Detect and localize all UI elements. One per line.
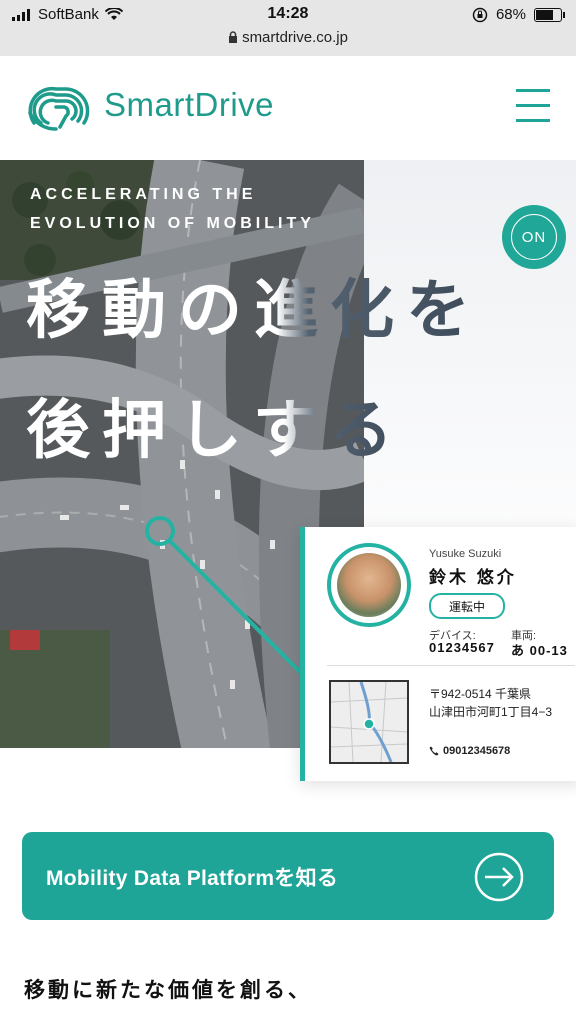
arrow-right-circle-icon	[474, 852, 524, 902]
phone-icon	[429, 746, 439, 756]
lock-icon	[229, 31, 238, 43]
device-value: 01234567	[429, 640, 495, 655]
battery-percent: 68%	[495, 6, 526, 23]
card-divider	[327, 665, 575, 666]
driver-phone: 09012345678	[429, 745, 510, 757]
driver-avatar	[337, 553, 401, 617]
address-line-1: 〒942-0514 千葉県	[429, 687, 532, 701]
driver-name-jp: 鈴木 悠介	[429, 568, 517, 587]
driving-status-badge: 運転中	[429, 593, 505, 619]
url-text: smartdrive.co.jp	[242, 29, 348, 46]
tagline-line-1: ACCELERATING THE	[30, 186, 257, 203]
driver-name-roman: Yusuke Suzuki	[429, 548, 502, 560]
browser-status-bar: SoftBank 14:28 68% smartdrive.co.jp	[0, 0, 576, 56]
tagline-line-2: EVOLUTION OF MOBILITY	[30, 215, 315, 232]
logo-wordmark[interactable]: SmartDrive	[104, 86, 274, 124]
battery-icon	[534, 7, 565, 22]
mobility-platform-cta-button[interactable]: Mobility Data Platformを知る	[22, 832, 554, 920]
hero-headline: 移動の進化を 後押しする	[26, 250, 482, 490]
section-heading: 移動に新たな価値を創る、	[24, 979, 312, 1002]
on-status-badge: ON	[502, 205, 566, 269]
phone-number: 09012345678	[443, 745, 511, 757]
vehicle-value: あ 00-13	[511, 643, 568, 658]
site-header: SmartDrive	[0, 56, 576, 160]
cta-label: Mobility Data Platformを知る	[46, 867, 339, 890]
avatar-ring	[327, 543, 411, 627]
driver-address: 〒942-0514 千葉県 山津田市河町1丁目4−3	[429, 685, 552, 721]
on-badge-label: ON	[521, 228, 547, 246]
headline-line-1: 移動の進化を	[26, 274, 482, 346]
smartdrive-logo-icon[interactable]	[26, 83, 92, 133]
headline-line-2: 後押しする	[26, 394, 405, 466]
driver-info-card: Yusuke Suzuki 鈴木 悠介 運転中 デバイス: 01234567 車…	[300, 527, 576, 781]
hero-tagline: ACCELERATING THE EVOLUTION OF MOBILITY	[30, 180, 315, 238]
address-line-2: 山津田市河町1丁目4−3	[429, 705, 553, 719]
rotation-lock-icon	[472, 7, 488, 22]
address-bar[interactable]: smartdrive.co.jp	[0, 29, 576, 46]
hamburger-menu-button[interactable]	[516, 89, 550, 123]
location-map-thumbnail	[329, 680, 409, 764]
